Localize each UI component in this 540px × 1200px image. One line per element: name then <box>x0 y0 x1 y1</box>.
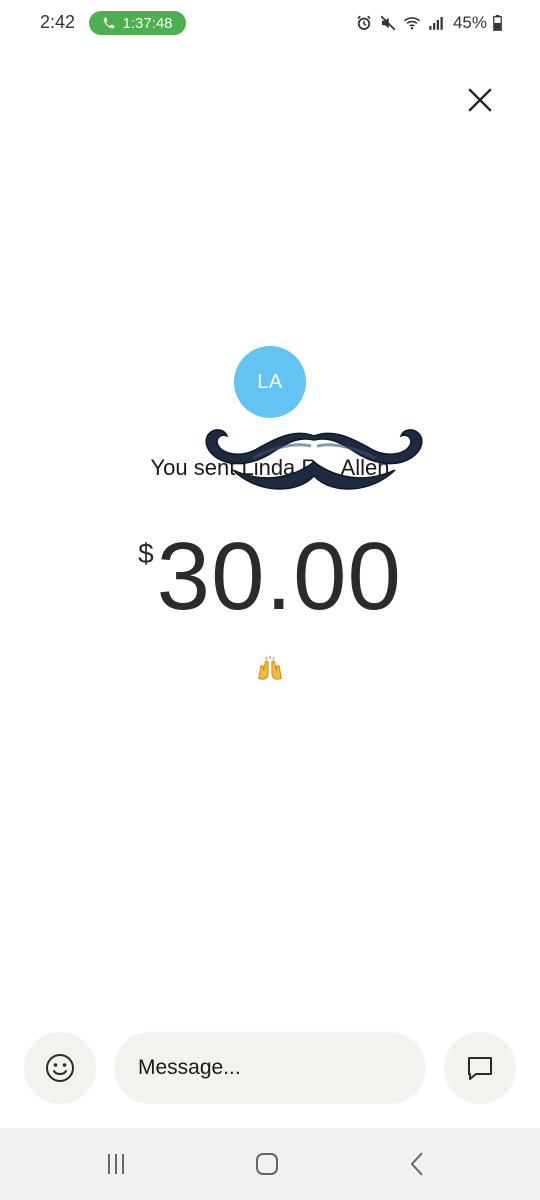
ongoing-call-pill[interactable]: 1:37:48 <box>89 11 186 35</box>
signal-icon <box>429 17 443 30</box>
amount-value: 30.00 <box>156 523 402 630</box>
system-nav-bar <box>0 1128 540 1200</box>
chat-bubble-icon <box>468 1057 492 1080</box>
status-time: 2:42 <box>40 12 76 32</box>
alarm-icon <box>357 15 371 30</box>
payment-note-emoji: 🙌 <box>0 654 540 690</box>
battery-percentage: 45% <box>452 13 487 32</box>
home-button[interactable] <box>249 1148 285 1180</box>
battery-icon <box>493 15 502 31</box>
raising-hands-icon <box>258 655 282 680</box>
emoji-button[interactable] <box>24 1032 96 1104</box>
close-icon <box>468 88 492 112</box>
status-bar: 2:42 1:37:48 45% <box>0 0 540 46</box>
message-input[interactable] <box>114 1032 426 1104</box>
mustache-sticker <box>205 429 423 490</box>
home-icon <box>256 1153 278 1175</box>
wifi-icon <box>403 17 421 30</box>
phone-icon <box>104 17 115 29</box>
mute-icon <box>380 15 396 31</box>
call-duration: 1:37:48 <box>122 14 173 32</box>
recipient-avatar: LA <box>234 346 306 418</box>
payment-amount: $ 30.00 <box>0 522 540 632</box>
chat-button[interactable] <box>444 1032 516 1104</box>
status-icons: 45% <box>355 11 502 35</box>
back-button[interactable] <box>400 1148 436 1180</box>
smiley-icon <box>46 1054 74 1082</box>
recent-apps-button[interactable] <box>98 1148 134 1180</box>
currency-symbol: $ <box>138 538 154 569</box>
close-button[interactable] <box>460 80 500 120</box>
recent-apps-icon <box>108 1154 124 1174</box>
back-icon <box>410 1152 423 1176</box>
